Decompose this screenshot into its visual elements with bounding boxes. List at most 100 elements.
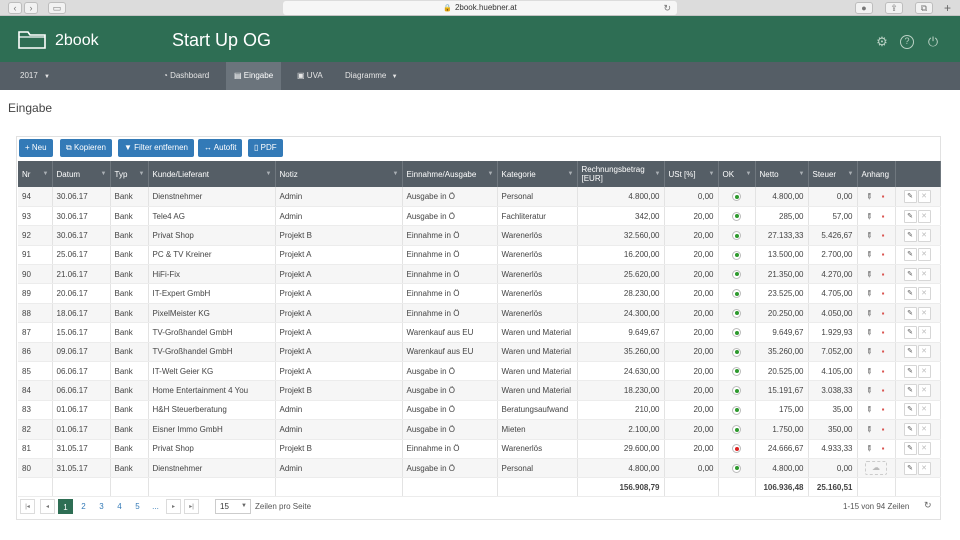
cell-kunde[interactable]: HiFi-Fix [148,264,276,285]
cell-kunde[interactable]: IT-Expert GmbH [148,283,276,304]
cell-netto[interactable]: 4.800,00 [755,187,809,207]
trash-icon[interactable]: ▪ [879,250,887,259]
cell-typ[interactable]: Bank [110,225,149,246]
cell-kunde[interactable]: Eisner Immo GmbH [148,419,276,440]
paperclip-icon[interactable]: ✎ [863,229,875,241]
cell-kat[interactable]: Warenerlös [497,283,578,304]
cell-betrag[interactable]: 32.560,00 [577,225,665,246]
cell-kunde[interactable]: PC & TV Kreiner [148,245,276,266]
cell-netto[interactable]: 20.525,00 [755,361,809,382]
edit-icon[interactable]: ✎ [903,461,917,475]
trash-icon[interactable]: ▪ [879,289,887,298]
filter-caret-icon[interactable]: ▼ [655,170,661,179]
cell-kat[interactable]: Warenerlös [497,439,578,459]
table-row[interactable]: 80 31.05.17 Bank Dienstnehmer Admin Ausgabe i… [18,458,941,479]
brand-name[interactable]: 2book [55,32,99,50]
new-tab-button[interactable]: + [944,1,951,15]
cell-typ[interactable]: Bank [110,303,149,324]
share-button[interactable]: ⇪ [885,2,903,14]
cell-notiz[interactable]: Admin [275,419,403,440]
trash-icon[interactable]: ▪ [879,405,887,414]
cell-datum[interactable]: 18.06.17 [52,303,111,324]
cell-notiz[interactable]: Projekt A [275,361,403,382]
cell-kat[interactable]: Personal [497,187,578,207]
nav-item-dashboard[interactable]: ◔ Dashboard [155,62,217,90]
cell-ust[interactable]: 0,00 [664,187,719,207]
column-header[interactable]: Einnahme/Ausgabe ▼ [402,161,498,187]
filter-caret-icon[interactable]: ▼ [709,170,715,179]
table-row[interactable]: 88 18.06.17 Bank PixelMeister KG Projekt A Ei… [18,303,941,324]
cell-nr[interactable]: 92 [18,225,53,246]
table-row[interactable]: 89 20.06.17 Bank IT-Expert GmbH Projekt A Ein… [18,283,941,304]
cell-ust[interactable]: 20,00 [664,206,719,227]
cell-netto[interactable]: 27.133,33 [755,225,809,246]
filter-caret-icon[interactable]: ▼ [568,170,574,179]
cell-ea[interactable]: Einnahme in Ö [402,283,498,304]
cell-ea[interactable]: Ausgabe in Ö [402,380,498,401]
cell-kunde[interactable]: Dienstnehmer [148,458,276,479]
cell-ust[interactable]: 20,00 [664,225,719,246]
table-row[interactable]: 94 30.06.17 Bank Dienstnehmer Admin Ausgabe i… [18,187,941,207]
cell-kat[interactable]: Warenerlös [497,225,578,246]
cell-ea[interactable]: Einnahme in Ö [402,303,498,324]
filter-caret-icon[interactable]: ▼ [488,170,494,179]
cell-typ[interactable]: Bank [110,245,149,266]
cell-typ[interactable]: Bank [110,264,149,285]
trash-icon[interactable]: ▪ [879,386,887,395]
edit-icon[interactable]: ✎ [903,267,917,281]
close-icon[interactable]: ✕ [917,228,931,242]
cell-ust[interactable]: 20,00 [664,439,719,459]
column-header[interactable]: Kunde/Lieferant ▼ [148,161,276,187]
edit-icon[interactable]: ✎ [903,403,917,417]
cell-datum[interactable]: 31.05.17 [52,439,111,459]
trash-icon[interactable]: ▪ [879,192,887,201]
page-link[interactable]: 3 [94,499,109,514]
cell-typ[interactable]: Bank [110,419,149,440]
year-selector[interactable]: 2017 ▼ [12,62,58,90]
cell-datum[interactable]: 30.06.17 [52,206,111,227]
cell-netto[interactable]: 24.666,67 [755,439,809,459]
cell-betrag[interactable]: 35.260,00 [577,342,665,363]
paperclip-icon[interactable]: ✎ [863,326,875,338]
filter-caret-icon[interactable]: ▼ [746,170,752,179]
cell-nr[interactable]: 86 [18,342,53,363]
cell-betrag[interactable]: 28.230,00 [577,283,665,304]
edit-icon[interactable]: ✎ [903,189,917,203]
new-button[interactable]: + Neu [19,139,53,157]
pdf-button[interactable]: ▯ PDF [248,139,283,157]
cell-ea[interactable]: Einnahme in Ö [402,264,498,285]
cell-ust[interactable]: 20,00 [664,264,719,285]
back-button[interactable]: ‹ [8,2,22,14]
cell-betrag[interactable]: 24.300,00 [577,303,665,324]
cell-nr[interactable]: 87 [18,322,53,343]
cell-ust[interactable]: 20,00 [664,380,719,401]
cell-datum[interactable]: 01.06.17 [52,400,111,421]
cell-nr[interactable]: 94 [18,187,53,207]
paperclip-icon[interactable]: ✎ [863,210,875,222]
cell-kunde[interactable]: Tele4 AG [148,206,276,227]
download-button[interactable]: ● [855,2,873,14]
close-icon[interactable]: ✕ [917,422,931,436]
trash-icon[interactable]: ▪ [879,328,887,337]
filter-caret-icon[interactable]: ▼ [848,170,854,179]
paperclip-icon[interactable]: ✎ [863,249,875,261]
cell-netto[interactable]: 35.260,00 [755,342,809,363]
edit-icon[interactable]: ✎ [903,384,917,398]
paperclip-icon[interactable]: ✎ [863,443,875,455]
cell-ea[interactable]: Einnahme in Ö [402,245,498,266]
cell-netto[interactable]: 15.191,67 [755,380,809,401]
cell-notiz[interactable]: Projekt A [275,303,403,324]
cell-betrag[interactable]: 16.200,00 [577,245,665,266]
nav-item-uva[interactable]: ▣ UVA [289,62,331,90]
edit-icon[interactable]: ✎ [903,228,917,242]
cell-notiz[interactable]: Projekt A [275,245,403,266]
table-row[interactable]: 87 15.06.17 Bank TV-Großhandel GmbH Projekt … [18,322,941,343]
cell-kunde[interactable]: TV-Großhandel GmbH [148,322,276,343]
cell-steuer[interactable]: 4.933,33 [808,439,858,459]
cell-typ[interactable]: Bank [110,361,149,382]
gear-icon[interactable]: ⚙ [875,35,889,49]
remove-filter-button[interactable]: ▼ Filter entfernen [118,139,194,157]
trash-icon[interactable]: ▪ [879,367,887,376]
page-size-select[interactable]: 15 ▼ [215,499,251,514]
nav-item-eingabe[interactable]: ▤ Eingabe [226,62,282,90]
